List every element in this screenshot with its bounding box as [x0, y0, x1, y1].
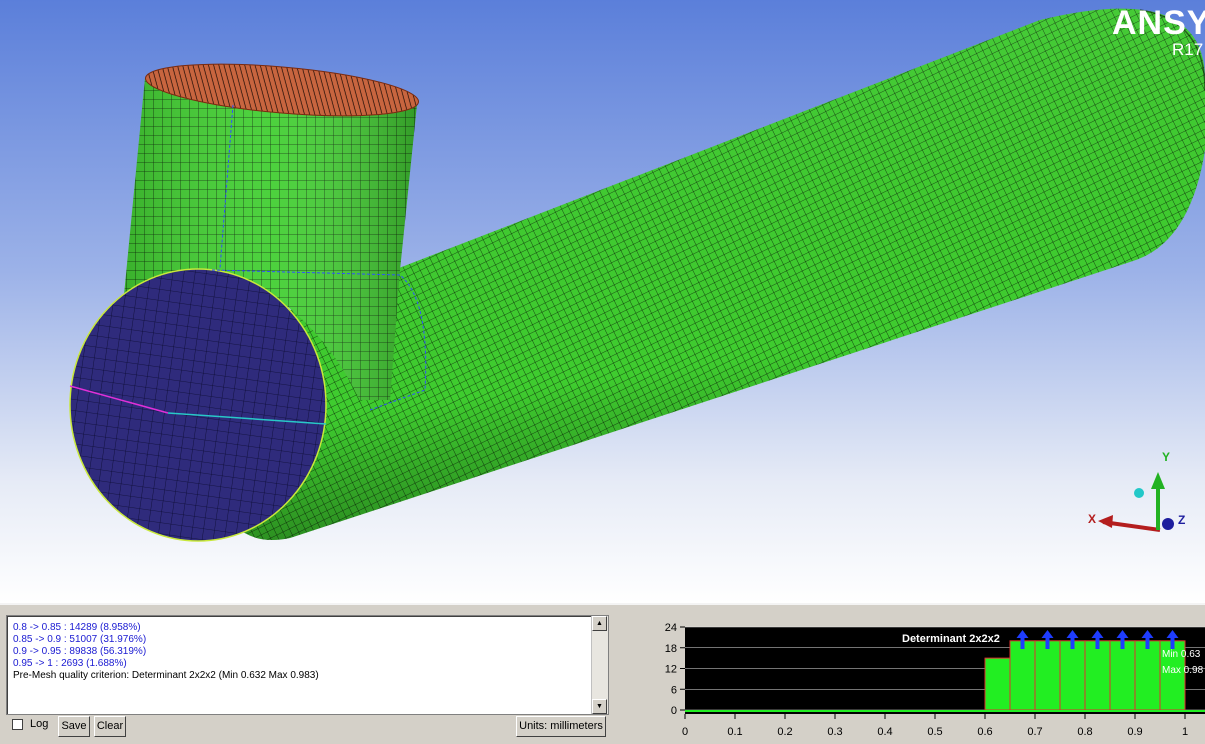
- x-tick-label: 0.1: [727, 726, 742, 738]
- triad-y-arrow: [1151, 472, 1165, 489]
- selected-bin-marker: [1145, 637, 1150, 649]
- x-tick-label: 0.7: [1027, 726, 1042, 738]
- y-tick-label: 0: [671, 705, 677, 717]
- selected-bin-marker: [1020, 637, 1025, 649]
- message-window[interactable]: 0.8 -> 0.85 : 14289 (8.958%) 0.85 -> 0.9…: [6, 615, 609, 715]
- ansys-version: R17: [1172, 40, 1204, 59]
- message-line: 0.8 -> 0.85 : 14289 (8.958%): [13, 622, 141, 633]
- message-line: Pre-Mesh quality criterion: Determinant …: [13, 670, 319, 681]
- histogram-bar[interactable]: [984, 657, 1011, 711]
- message-scrollbar[interactable]: ▲ ▼: [591, 616, 608, 714]
- message-controls: Log Save Clear Units: millimeters: [6, 715, 607, 739]
- histogram-max-label: Max 0.98: [1162, 665, 1204, 676]
- bottom-panel: 0.8 -> 0.85 : 14289 (8.958%) 0.85 -> 0.9…: [0, 603, 1205, 744]
- histogram-bar[interactable]: [1059, 640, 1086, 711]
- triad-z-label: Z: [1178, 513, 1185, 527]
- x-tick-label: 0.5: [927, 726, 942, 738]
- triad-iso-ball: [1134, 488, 1144, 498]
- y-tick-label: 24: [665, 622, 677, 634]
- ansys-logo: ANSYS: [1112, 4, 1205, 42]
- scroll-down-icon[interactable]: ▼: [592, 699, 607, 714]
- y-tick-label: 12: [665, 664, 677, 676]
- log-label: Log: [30, 718, 49, 730]
- save-button[interactable]: Save: [58, 716, 90, 737]
- quality-histogram[interactable]: 24 18 12 6 0 0 0.1 0.2 0.3 0.4 0.5 0.6 0.7 0.8 0.9 1 D…: [617, 615, 1205, 744]
- x-tick-label: 0.6: [977, 726, 992, 738]
- graphics-viewport[interactable]: X Y Z ANSYS R17: [0, 0, 1205, 603]
- triad-x-arrow: [1098, 515, 1113, 528]
- units-button[interactable]: Units: millimeters: [516, 716, 606, 737]
- message-line: 0.9 -> 0.95 : 89838 (56.319%): [13, 646, 147, 657]
- histogram-x-ticks: 0 0.1 0.2 0.3 0.4 0.5 0.6 0.7 0.8 0.9 1: [682, 714, 1188, 738]
- clear-button[interactable]: Clear: [94, 716, 126, 737]
- log-checkbox[interactable]: [12, 719, 23, 730]
- histogram-y-ticks: 24 18 12 6 0: [665, 622, 685, 717]
- y-tick-label: 6: [671, 684, 677, 696]
- x-tick-label: 0.8: [1077, 726, 1092, 738]
- x-tick-label: 0.4: [877, 726, 892, 738]
- inlet-cap-mesh: [69, 268, 327, 542]
- histogram-bar[interactable]: [1109, 640, 1136, 711]
- selected-bin-marker: [1095, 637, 1100, 649]
- mesh-scene[interactable]: X Y Z: [0, 0, 1205, 603]
- x-tick-label: 0: [682, 726, 688, 738]
- x-tick-label: 0.2: [777, 726, 792, 738]
- y-tick-label: 18: [665, 643, 677, 655]
- triad-x-label: X: [1088, 512, 1096, 526]
- x-tick-label: 0.3: [827, 726, 842, 738]
- scroll-up-icon[interactable]: ▲: [592, 616, 607, 631]
- message-line: 0.95 -> 1 : 2693 (1.688%): [13, 658, 127, 669]
- axis-triad[interactable]: X Y Z: [1088, 450, 1185, 532]
- selected-bin-marker: [1120, 637, 1125, 649]
- histogram-bar[interactable]: [1009, 640, 1036, 711]
- selected-bin-marker: [1045, 637, 1050, 649]
- histogram-bar[interactable]: [1034, 640, 1061, 711]
- x-tick-label: 1: [1182, 726, 1188, 738]
- selected-bin-marker: [1170, 637, 1175, 649]
- histogram-bar[interactable]: [1134, 640, 1161, 711]
- histogram-min-label: Min 0.63: [1162, 649, 1201, 660]
- histogram-bar[interactable]: [1084, 640, 1111, 711]
- x-tick-label: 0.9: [1127, 726, 1142, 738]
- triad-y-label: Y: [1162, 450, 1170, 464]
- triad-z-axis: [1162, 518, 1174, 530]
- message-log: 0.8 -> 0.85 : 14289 (8.958%) 0.85 -> 0.9…: [13, 622, 583, 682]
- message-line: 0.85 -> 0.9 : 51007 (31.976%): [13, 634, 147, 645]
- histogram-title: Determinant 2x2x2: [902, 633, 1000, 645]
- selected-bin-marker: [1070, 637, 1075, 649]
